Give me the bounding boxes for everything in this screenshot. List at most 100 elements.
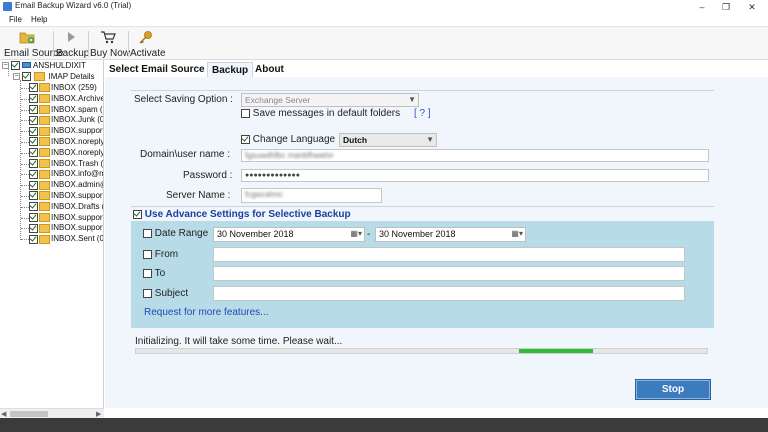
chevron-down-icon: ▼ xyxy=(426,135,434,144)
tree-folder-item[interactable]: INBOX.noreply xyxy=(29,137,103,147)
saving-option-select[interactable]: Exchange Server ▼ xyxy=(241,93,419,107)
tree-folder-item[interactable]: INBOX.Junk (0) xyxy=(29,115,103,125)
taskbar-strip xyxy=(0,418,768,432)
tree-folder-item[interactable]: INBOX.support xyxy=(29,223,103,233)
checkbox-icon[interactable] xyxy=(29,83,38,93)
checkbox-icon[interactable] xyxy=(29,158,38,168)
checkbox-icon[interactable] xyxy=(133,209,142,219)
tree-folder-item[interactable]: INBOX.Drafts ( xyxy=(29,202,103,212)
folder-icon xyxy=(39,180,50,190)
checkbox-icon[interactable] xyxy=(143,288,152,298)
checkbox-icon[interactable] xyxy=(29,191,38,201)
calendar-dropdown-icon: ▦▾ xyxy=(350,229,362,238)
folder-icon xyxy=(39,148,50,158)
menu-file[interactable]: File xyxy=(9,15,22,24)
scroll-thumb[interactable] xyxy=(10,411,48,417)
checkbox-icon[interactable] xyxy=(143,268,152,278)
checkbox-icon[interactable] xyxy=(29,94,38,104)
tree-folder-item[interactable]: INBOX.noreply xyxy=(29,148,103,158)
tree-folder-item[interactable]: INBOX.info@m xyxy=(29,169,103,179)
server-label: Server Name : xyxy=(166,190,231,201)
tree-line xyxy=(21,98,29,100)
date-from-picker[interactable]: 30 November 2018 ▦▾ xyxy=(213,227,365,242)
checkbox-icon[interactable] xyxy=(241,134,250,144)
checkbox-icon[interactable] xyxy=(29,212,38,222)
checkbox-icon[interactable] xyxy=(29,115,38,125)
folder-icon xyxy=(39,158,50,168)
checkbox-icon[interactable] xyxy=(29,126,38,136)
tab-select-email-source[interactable]: Select Email Source xyxy=(105,62,209,77)
domain-input[interactable]: fgsuwdhfbc manbfhwehn xyxy=(241,149,709,162)
tab-backup[interactable]: Backup xyxy=(207,62,254,77)
help-link[interactable]: [ ? ] xyxy=(414,108,431,119)
server-input[interactable]: fcgwcahnc xyxy=(241,188,382,203)
from-input[interactable] xyxy=(213,247,685,262)
close-icon[interactable]: ✕ xyxy=(738,0,766,14)
tree-folder-item[interactable]: INBOX.support xyxy=(29,191,103,201)
folder-icon xyxy=(39,212,50,222)
checkbox-icon[interactable] xyxy=(241,108,250,118)
title-bar: Email Backup Wizard v6.0 (Trial) – ❐ ✕ xyxy=(0,0,768,14)
domain-label: Domain\user name : xyxy=(140,149,231,160)
checkbox-icon[interactable] xyxy=(29,104,38,114)
buy-now-button[interactable]: Buy Now xyxy=(90,27,130,60)
checkbox-icon[interactable] xyxy=(29,137,38,147)
tree-folder-item[interactable]: INBOX.admin@ xyxy=(29,180,103,190)
checkbox-icon[interactable] xyxy=(29,223,38,233)
checkbox-icon[interactable] xyxy=(29,169,38,179)
checkbox-icon[interactable] xyxy=(29,148,38,158)
save-default-folders[interactable]: Save messages in default folders xyxy=(241,108,400,119)
language-select[interactable]: Dutch ▼ xyxy=(339,133,437,147)
stop-button[interactable]: Stop xyxy=(635,379,711,400)
folder-icon xyxy=(39,126,50,136)
checkbox-icon[interactable] xyxy=(143,228,152,238)
tree-folder-item[interactable]: INBOX.support xyxy=(29,212,103,223)
date-to-picker[interactable]: 30 November 2018 ▦▾ xyxy=(375,227,526,242)
activate-button[interactable]: Activate xyxy=(130,27,166,60)
scroll-left-icon[interactable]: ◀ xyxy=(1,410,6,418)
checkbox-icon[interactable] xyxy=(22,72,31,82)
calendar-dropdown-icon: ▦▾ xyxy=(511,229,523,238)
tree-folder-item[interactable]: INBOX.Trash (0 xyxy=(29,158,103,169)
checkbox-icon[interactable] xyxy=(143,249,152,259)
checkbox-icon[interactable] xyxy=(29,180,38,190)
change-language-checkbox[interactable]: Change Language xyxy=(241,134,335,145)
collapse-icon[interactable]: − xyxy=(13,73,20,80)
play-icon xyxy=(68,32,75,42)
progress-fill xyxy=(518,349,593,353)
request-features-link[interactable]: Request for more features... xyxy=(144,307,269,318)
menu-bar: File Help xyxy=(0,14,768,27)
tree-line xyxy=(21,120,29,122)
advance-settings-toggle[interactable]: Use Advance Settings for Selective Backu… xyxy=(133,209,351,220)
restore-icon[interactable]: ❐ xyxy=(712,0,740,14)
backup-button[interactable]: Backup xyxy=(56,27,89,60)
subject-checkbox[interactable]: Subject xyxy=(143,288,188,299)
password-input[interactable]: ●●●●●●●●●●●●● xyxy=(241,169,709,182)
tree-imap[interactable]: IMAP Details xyxy=(22,72,95,82)
email-source-button[interactable]: Email Source xyxy=(4,27,63,60)
tab-strip: Select Email Source Backup About xyxy=(105,61,768,77)
collapse-icon[interactable]: − xyxy=(2,62,9,69)
to-input[interactable] xyxy=(213,266,685,281)
tree-folder-item[interactable]: INBOX (259) xyxy=(29,83,97,93)
toolbar-separator xyxy=(128,31,129,57)
tree-folder-item[interactable]: INBOX.spam (0 xyxy=(29,104,103,115)
checkbox-icon[interactable] xyxy=(11,61,20,71)
tree-folder-item[interactable]: INBOX.support xyxy=(29,126,103,136)
to-checkbox[interactable]: To xyxy=(143,268,165,279)
folder-tree: − ANSHULDIXIT − IMAP Details INBOX (259)… xyxy=(0,60,104,408)
tree-scrollbar[interactable]: ◀ ▶ xyxy=(0,408,104,418)
from-checkbox[interactable]: From xyxy=(143,249,178,260)
menu-help[interactable]: Help xyxy=(31,15,47,24)
tree-folder-item[interactable]: INBOX.Sent (0) xyxy=(29,234,103,244)
cart-icon xyxy=(101,31,116,44)
date-range-checkbox[interactable]: Date Range xyxy=(143,228,208,239)
checkbox-icon[interactable] xyxy=(29,202,38,212)
scroll-right-icon[interactable]: ▶ xyxy=(96,410,101,418)
tree-line xyxy=(21,131,29,133)
checkbox-icon[interactable] xyxy=(29,234,38,244)
subject-input[interactable] xyxy=(213,286,685,301)
tree-folder-item[interactable]: INBOX.Archive xyxy=(29,94,103,104)
tab-about[interactable]: About xyxy=(251,62,288,77)
tree-root[interactable]: ANSHULDIXIT xyxy=(11,61,86,71)
